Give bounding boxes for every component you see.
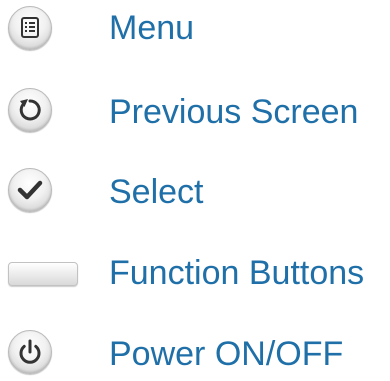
previous-screen-icon	[8, 88, 52, 132]
legend-item-function-buttons: Function Buttons	[0, 245, 390, 305]
legend-label-previous-screen: Previous Screen	[109, 93, 359, 131]
checkmark-icon	[8, 168, 52, 212]
legend-label-power: Power ON/OFF	[109, 335, 344, 373]
power-icon	[8, 330, 52, 374]
legend-item-power: Power ON/OFF	[0, 320, 390, 380]
function-button-icon	[8, 262, 78, 286]
legend-item-previous-screen: Previous Screen	[0, 80, 390, 140]
legend-item-menu: Menu	[0, 0, 390, 60]
menu-icon	[8, 6, 52, 50]
legend-label-select: Select	[109, 173, 204, 211]
legend-label-menu: Menu	[109, 9, 195, 47]
legend-item-select: Select	[0, 160, 390, 220]
legend-label-function-buttons: Function Buttons	[109, 254, 365, 292]
